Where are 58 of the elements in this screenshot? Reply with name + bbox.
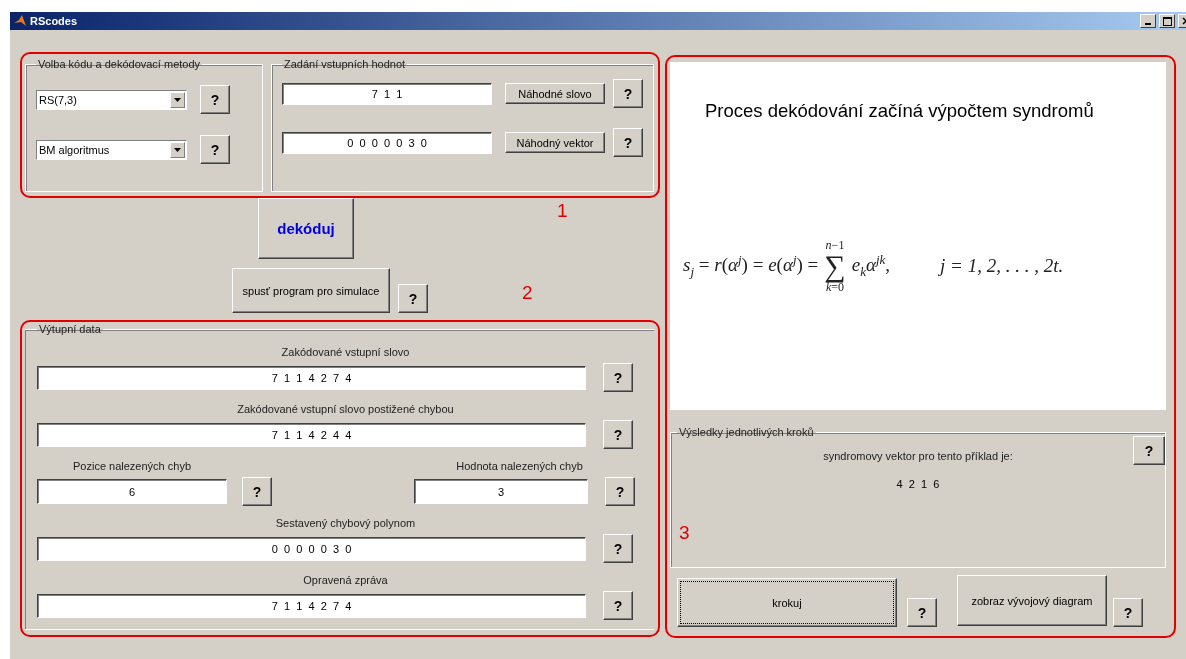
annotation-number: 2 [522, 282, 533, 304]
formula-condition: j = 1, 2, . . . , 2t. [940, 255, 1064, 277]
help-button[interactable]: ? [613, 79, 643, 108]
window-title: RScodes [30, 15, 79, 27]
minimize-button[interactable] [1140, 14, 1156, 28]
help-button[interactable]: ? [200, 135, 230, 164]
group-title: Zadání vstupních hodnot [283, 58, 407, 70]
help-button[interactable]: ? [603, 534, 633, 563]
field-label: Opravená zpráva [302, 573, 389, 588]
app-logo-icon [13, 14, 27, 28]
result-text: syndromovy vektor pro tento příklad je: [823, 450, 1013, 462]
help-button[interactable]: ? [907, 598, 937, 627]
maximize-icon [1162, 16, 1172, 26]
random-button[interactable]: Náhodné slovo [505, 83, 605, 104]
field-label: Zakódované vstupní slovo postižené chybou [236, 402, 455, 417]
help-button[interactable]: ? [603, 420, 633, 449]
input-field[interactable]: 0 0 0 0 0 3 0 [282, 131, 492, 154]
output-field[interactable]: 0 0 0 0 0 3 0 [37, 536, 586, 561]
diagram-button[interactable]: zobraz vývojový diagram [957, 575, 1107, 626]
help-button[interactable]: ? [1133, 436, 1165, 465]
help-button[interactable]: ? [603, 363, 633, 392]
help-button[interactable]: ? [398, 284, 428, 313]
syndrome-value: 4 2 1 6 [895, 478, 941, 490]
sum-symbol: ∑ [824, 251, 846, 281]
output-field[interactable]: 7 1 1 4 2 7 4 [37, 365, 586, 390]
simulation-button[interactable]: spusť program pro simulace [232, 268, 390, 313]
sum-upper-limit: n−1 [825, 239, 845, 251]
output-field[interactable]: 7 1 1 4 2 7 4 [37, 593, 586, 618]
random-button[interactable]: Náhodný vektor [505, 132, 605, 153]
field-label: Hodnota nalezených chyb [455, 459, 584, 474]
group-title: Výsledky jednotlivých kroků [678, 426, 815, 438]
help-button[interactable]: ? [200, 85, 230, 114]
help-button[interactable]: ? [605, 477, 635, 506]
caret-icon [174, 147, 181, 152]
formula-text: s$_{j}$ = r(α$^{j}$) = e(α$^{j}$) = [683, 251, 819, 281]
output-field[interactable]: 7 1 1 4 2 4 4 [37, 422, 586, 447]
group-title: Volba kódu a dekódovací metody [37, 58, 202, 70]
annotation-number: 3 [679, 522, 690, 544]
decode-button[interactable]: dekóduj [258, 198, 354, 259]
help-button[interactable]: ? [1113, 598, 1143, 627]
help-button[interactable]: ? [242, 477, 272, 506]
group-title: Výtupní data [38, 323, 102, 335]
maximize-button[interactable] [1159, 14, 1175, 28]
caret-icon [174, 97, 181, 102]
dropdown[interactable]: BM algoritmus [36, 139, 187, 160]
step-button[interactable]: krokuj [677, 578, 897, 627]
field-label: Pozice nalezených chyb [72, 459, 192, 474]
output-field[interactable]: 3 [414, 479, 588, 504]
help-button[interactable]: ? [603, 591, 633, 620]
field-label: Zakódované vstupní slovo [280, 345, 411, 360]
annotation-number: 1 [557, 200, 568, 222]
step-caption: Proces dekódování začíná výpočtem syndromů [705, 100, 1095, 122]
output-field[interactable]: 6 [37, 479, 227, 504]
input-field[interactable]: 7 1 1 [282, 82, 492, 105]
formula-text: e$_{k}$α$^{jk}$, [851, 251, 891, 281]
help-button[interactable]: ? [613, 128, 643, 157]
dropdown[interactable]: RS(7,3) [36, 89, 187, 110]
field-label: Sestavený chybový polynom [274, 516, 417, 531]
